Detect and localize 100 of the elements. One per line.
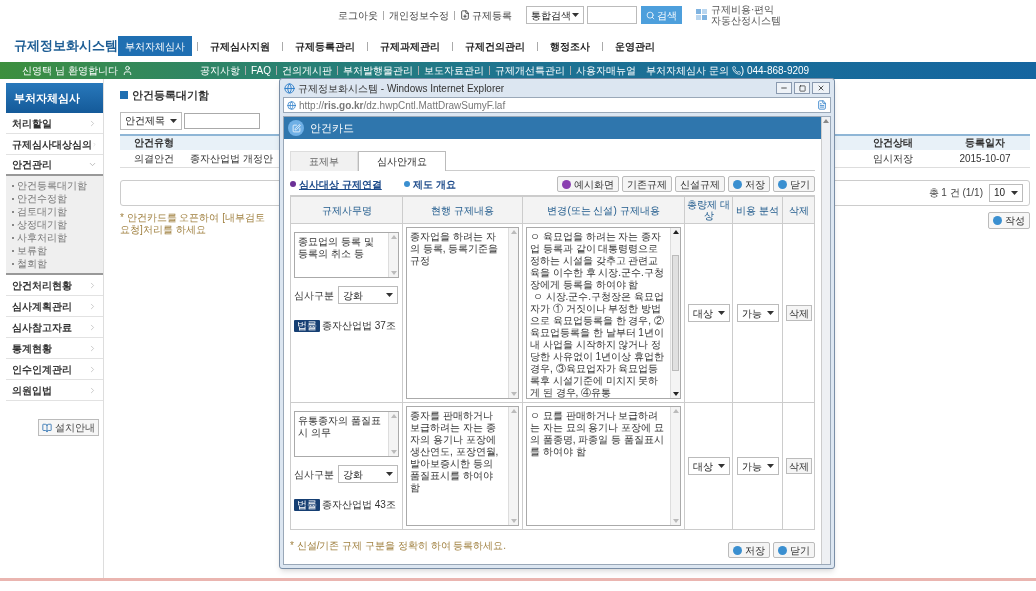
chevron-right-icon (88, 280, 97, 290)
nav-tab[interactable]: 규제심사지원 (203, 36, 277, 56)
bar-link[interactable]: 부처발행물관리 (343, 63, 413, 78)
edit-icon (288, 120, 304, 136)
column-header: 총량제 대상 (685, 197, 733, 224)
name-field[interactable]: 유통종자의 품질표시 의무 (294, 411, 399, 457)
sidebar-item[interactable]: 인수인계관리 (6, 359, 103, 380)
bar-link[interactable]: 건의게시판 (282, 63, 332, 78)
page-size-select[interactable]: 10 (989, 183, 1023, 202)
sidebar-item[interactable]: 규제심사대상심의 (6, 134, 103, 155)
close-icon (817, 84, 825, 92)
review-type-select[interactable]: 강화 (338, 465, 398, 483)
cost-analysis-select[interactable]: 가능 (736, 304, 779, 322)
quota-select[interactable]: 대상 (687, 457, 730, 475)
page-title: 안건등록대기함 (132, 88, 209, 103)
minimize-icon (780, 84, 788, 92)
nav-tab[interactable]: 규제과제관리 (373, 36, 447, 56)
nav-tab[interactable]: 규제등록관리 (288, 36, 362, 56)
submenu-item[interactable]: 안건등록대기함 (17, 179, 87, 192)
sidebar-item[interactable]: 처리할일 (6, 113, 103, 134)
search-field[interactable] (184, 112, 260, 129)
bar-link[interactable]: 보도자료관리 (424, 63, 484, 78)
arrow-bullet-icon (993, 215, 1002, 225)
bar-link[interactable]: FAQ (251, 63, 271, 78)
search-field[interactable] (587, 6, 637, 24)
text-area[interactable]: ㅇ 육묘업을 하려는 자는 종자업 등록과 같이 대통령령으로 정하는 시설을 갖추고 관련교육을 이수한 후 시장.군수.구청장에게 등록을 하여야 함 ㅇ 시장.군수.구청장은 육묘업자가 ① 거짓이나 부정한 방법으로 육묘업등록을 한 경우, ②육묘업등록을 한 날부터 1년이내 사업을 시작하지 않거나 정당한 사유없이 1년이상 휴업한 경우, ③육묘업자가 육묘업등록후 시설기준에 미치지 못하게 된 경우, ④유통 (526, 227, 681, 399)
sidebar-item[interactable]: 의원입법 (6, 380, 103, 401)
footer-button[interactable]: 저장 (728, 542, 770, 558)
caret-icon (386, 472, 393, 476)
minimize-button[interactable] (776, 82, 792, 94)
column-header: 규제사무명 (291, 197, 403, 224)
caret-icon (766, 311, 774, 315)
text-area[interactable]: ㅇ 묘를 판매하거나 보급하려는 자는 묘의 용기나 포장에 묘의 품종명, 파종일 등 품질표시를 하여야 함 (526, 406, 681, 526)
submenu-item[interactable]: 상정대기함 (17, 218, 67, 231)
install-guide-button[interactable]: 설치안내 (38, 419, 99, 436)
bullet-icon (290, 181, 296, 187)
nav-tab[interactable]: 규제건의관리 (458, 36, 532, 56)
title-marker-icon (120, 91, 128, 100)
sidebar-item[interactable]: 안건처리현황 (6, 275, 103, 296)
search-scope-select[interactable]: 통합검색 (526, 6, 584, 24)
header-link[interactable]: 로그아웃 (338, 7, 378, 23)
toolbar-button[interactable]: 예시화면 (557, 176, 619, 192)
document-icon (460, 10, 470, 20)
review-type-select[interactable]: 강화 (338, 286, 398, 304)
bar-link[interactable]: 규제개선특관리 (495, 63, 565, 78)
sidebar-item[interactable]: 심사참고자료 (6, 317, 103, 338)
page-icon (287, 100, 296, 110)
section-link[interactable]: 제도 개요 (412, 176, 456, 192)
submenu-item[interactable]: 철회함 (17, 257, 47, 270)
nav-tab[interactable]: 부처자체심사 (118, 36, 192, 56)
nav-tab[interactable]: 운영관리 (608, 36, 662, 56)
search-scope-select[interactable]: 안건제목 (120, 111, 182, 130)
chevron-right-icon (88, 301, 97, 311)
scrollbar[interactable] (670, 228, 680, 398)
header-link[interactable]: 규제등록 (472, 7, 512, 23)
quota-select[interactable]: 대상 (687, 304, 730, 322)
scrollbar[interactable] (821, 117, 830, 564)
footer-button[interactable]: 닫기 (773, 542, 815, 558)
cost-analysis-select[interactable]: 가능 (736, 457, 779, 475)
section-link[interactable]: 심사대상 규제연결 (299, 176, 382, 192)
field-label: 심사구분 (294, 467, 334, 482)
name-field[interactable]: 종묘업의 등록 및 등록의 취소 등 (294, 232, 399, 278)
submenu-item[interactable]: 검토대기함 (17, 205, 67, 218)
bar-link[interactable]: 사용자매뉴얼 (576, 63, 636, 78)
text-area[interactable]: 종자업을 하려는 자의 등록, 등록기준을 규정 (406, 227, 519, 399)
sidebar-item[interactable]: 심사계획관리 (6, 296, 103, 317)
logo-icon (696, 9, 708, 21)
chevron-down-icon (88, 160, 97, 169)
delete-button[interactable]: 삭제 (785, 305, 812, 321)
column-header: 안건상태 (845, 135, 940, 150)
toolbar-button[interactable]: 닫기 (773, 176, 815, 192)
scroll-up-arrow-icon[interactable] (672, 230, 679, 234)
toolbar-button[interactable]: 저장 (728, 176, 770, 192)
submenu-item[interactable]: 안건수정함 (17, 192, 67, 205)
nav-tab[interactable]: 행정조사 (543, 36, 597, 56)
close-button[interactable] (812, 82, 830, 94)
submenu-item[interactable]: 사후처리함 (17, 231, 67, 244)
header-link[interactable]: 개인정보수정 (389, 7, 449, 23)
tab[interactable]: 표제부 (290, 151, 358, 171)
scroll-thumb[interactable] (672, 254, 679, 372)
tab[interactable]: 심사안개요 (358, 151, 446, 171)
sidebar-item[interactable]: 통계현황 (6, 338, 103, 359)
caret-icon (717, 464, 725, 468)
table-cell: 2015-10-07 (940, 149, 1030, 168)
bar-link[interactable]: 공지사항 (200, 63, 240, 78)
chevron-right-icon (88, 364, 97, 374)
delete-button[interactable]: 삭제 (785, 458, 812, 474)
arrow-bullet-icon (778, 179, 787, 189)
table-cell: 의결안건 (120, 149, 188, 168)
write-button[interactable]: 작성 (988, 211, 1030, 229)
toolbar-button[interactable]: 기존규제 (622, 176, 672, 192)
text-area[interactable]: 종자를 판매하거나 보급하려는 자는 종자의 용기나 포장에 생산연도, 포장연월, 발아보증시한 등의 품질표시를 하여야 함 (406, 406, 519, 526)
caret-icon (766, 464, 774, 468)
chevron-right-icon (88, 343, 97, 353)
scroll-down-arrow-icon[interactable] (672, 392, 679, 396)
submenu-item[interactable]: 보류함 (17, 244, 47, 257)
card-title: 안건카드 (310, 120, 354, 136)
note-text: * 안건카드를 오픈하여 [내부검토요청]처리를 하세요 (120, 211, 266, 236)
toolbar-button[interactable]: 신설규제 (675, 176, 725, 192)
phone-icon (731, 66, 741, 75)
